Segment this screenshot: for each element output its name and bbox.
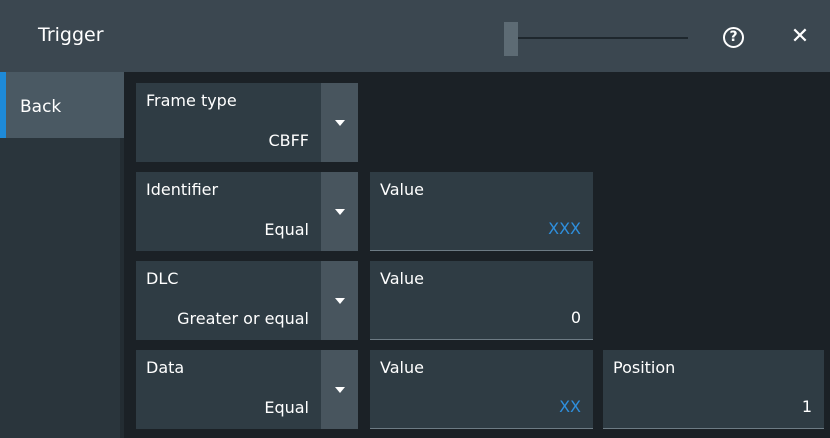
close-icon[interactable]: ✕ <box>786 22 814 52</box>
title-bar <box>0 0 830 72</box>
dlc-value-text: 0 <box>570 308 581 327</box>
identifier-value-field[interactable]: Value XXX <box>370 172 593 251</box>
identifier-label: Identifier <box>146 180 219 199</box>
back-button[interactable]: Back <box>0 72 124 138</box>
chevron-down-icon <box>335 209 345 215</box>
identifier-dropdown-button[interactable] <box>321 172 358 251</box>
position-label: Position <box>613 358 676 377</box>
dlc-value-field[interactable]: Value 0 <box>370 261 593 340</box>
frame-type-value: CBFF <box>268 131 309 150</box>
chevron-down-icon <box>335 298 345 304</box>
data-value-field[interactable]: Value XX <box>370 350 593 429</box>
frame-type-select[interactable]: Frame type CBFF <box>136 83 321 162</box>
dlc-value: Greater or equal <box>177 309 309 328</box>
dlc-dropdown-button[interactable] <box>321 261 358 340</box>
position-value: 1 <box>801 397 812 416</box>
dialog-title: Trigger <box>38 24 104 46</box>
frame-type-label: Frame type <box>146 91 237 110</box>
identifier-select[interactable]: Identifier Equal <box>136 172 321 251</box>
transparency-slider-thumb[interactable] <box>504 22 518 56</box>
data-dropdown-button[interactable] <box>321 350 358 429</box>
data-select[interactable]: Data Equal <box>136 350 321 429</box>
dlc-value-label: Value <box>380 269 424 288</box>
data-label: Data <box>146 358 185 377</box>
dlc-label: DLC <box>146 269 179 288</box>
identifier-value-text: XXX <box>548 219 581 238</box>
frame-type-dropdown-button[interactable] <box>321 83 358 162</box>
data-value-text: XX <box>559 397 581 416</box>
dlc-select[interactable]: DLC Greater or equal <box>136 261 321 340</box>
chevron-down-icon <box>335 120 345 126</box>
identifier-value: Equal <box>264 220 309 239</box>
data-value: Equal <box>264 398 309 417</box>
identifier-value-label: Value <box>380 180 424 199</box>
chevron-down-icon <box>335 387 345 393</box>
data-value-label: Value <box>380 358 424 377</box>
back-button-label: Back <box>20 97 62 117</box>
transparency-slider-track[interactable] <box>504 37 688 39</box>
help-icon[interactable]: ? <box>723 27 744 48</box>
position-field[interactable]: Position 1 <box>603 350 824 429</box>
